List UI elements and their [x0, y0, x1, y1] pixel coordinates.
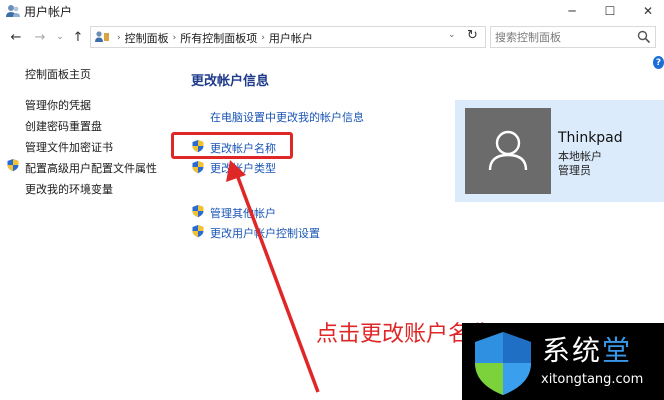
highlight-box — [171, 132, 293, 159]
up-button[interactable]: ↑ — [69, 28, 87, 46]
close-button[interactable]: ✕ — [628, 0, 664, 22]
link-pc-settings[interactable]: 在电脑设置中更改我的帐户信息 — [210, 109, 364, 125]
search-box[interactable] — [490, 26, 656, 48]
navigation-bar: ← → ⌄ ↑ › 控制面板 › 所有控制面板项 › 用户帐户 ⌄ ↻ — [0, 24, 664, 50]
breadcrumb-user-accounts[interactable]: 用户帐户 — [269, 30, 313, 46]
search-input[interactable] — [495, 30, 633, 45]
link-change-account-type[interactable]: 更改帐户类型 — [210, 160, 276, 176]
title-bar: 用户帐户 ─ ☐ ✕ — [0, 0, 664, 22]
avatar — [465, 108, 551, 194]
breadcrumb-separator: › — [117, 33, 121, 43]
breadcrumb: › 控制面板 › 所有控制面板项 › 用户帐户 — [113, 30, 313, 46]
recent-locations-dropdown[interactable]: ⌄ — [51, 28, 69, 46]
sidebar-item-encryption-certs[interactable]: 管理文件加密证书 — [25, 139, 113, 155]
breadcrumb-control-panel[interactable]: 控制面板 — [125, 30, 169, 46]
uac-shield-icon — [192, 161, 204, 174]
sidebar-item-credentials[interactable]: 管理你的凭据 — [25, 97, 91, 113]
user-icon — [488, 130, 528, 171]
search-icon[interactable] — [637, 30, 651, 44]
address-dropdown-icon[interactable]: ⌄ — [448, 30, 456, 40]
account-role: 管理员 — [558, 164, 591, 177]
window-title: 用户帐户 — [24, 5, 73, 19]
back-button[interactable]: ← — [7, 28, 25, 46]
uac-shield-icon — [192, 225, 204, 238]
link-uac-settings[interactable]: 更改用户帐户控制设置 — [210, 225, 320, 241]
page-title: 更改帐户信息 — [191, 74, 270, 89]
help-icon[interactable]: ? — [653, 56, 664, 69]
watermark: 系统堂 xitongtang.com — [462, 323, 664, 400]
breadcrumb-separator: › — [172, 33, 177, 43]
watermark-url: xitongtang.com — [541, 372, 644, 387]
watermark-title-b: 堂 — [602, 334, 633, 367]
address-bar[interactable]: › 控制面板 › 所有控制面板项 › 用户帐户 ⌄ ↻ — [90, 26, 486, 48]
shield-logo-icon — [475, 332, 531, 395]
control-panel-icon — [95, 31, 109, 42]
account-name: Thinkpad — [558, 130, 623, 146]
link-manage-other-accounts[interactable]: 管理其他帐户 — [210, 205, 276, 221]
minimize-button[interactable]: ─ — [552, 0, 592, 22]
uac-shield-icon — [7, 159, 19, 172]
breadcrumb-separator: › — [261, 33, 265, 43]
breadcrumb-all-items[interactable]: 所有控制面板项 — [180, 30, 257, 46]
sidebar-item-password-reset[interactable]: 创建密码重置盘 — [25, 118, 102, 134]
watermark-title-a: 系统 — [542, 334, 603, 367]
account-card: Thinkpad 本地帐户 管理员 — [455, 100, 664, 202]
maximize-button[interactable]: ☐ — [590, 0, 630, 22]
watermark-title: 系统堂 — [542, 329, 632, 369]
uac-shield-icon — [192, 205, 204, 218]
sidebar-item-advanced-profile[interactable]: 配置高级用户配置文件属性 — [25, 160, 157, 176]
sidebar-item-home[interactable]: 控制面板主页 — [25, 66, 91, 82]
forward-button[interactable]: → — [31, 28, 49, 46]
users-icon — [6, 5, 20, 17]
refresh-button[interactable]: ↻ — [467, 28, 478, 43]
sidebar-item-env-variables[interactable]: 更改我的环境变量 — [25, 181, 113, 197]
